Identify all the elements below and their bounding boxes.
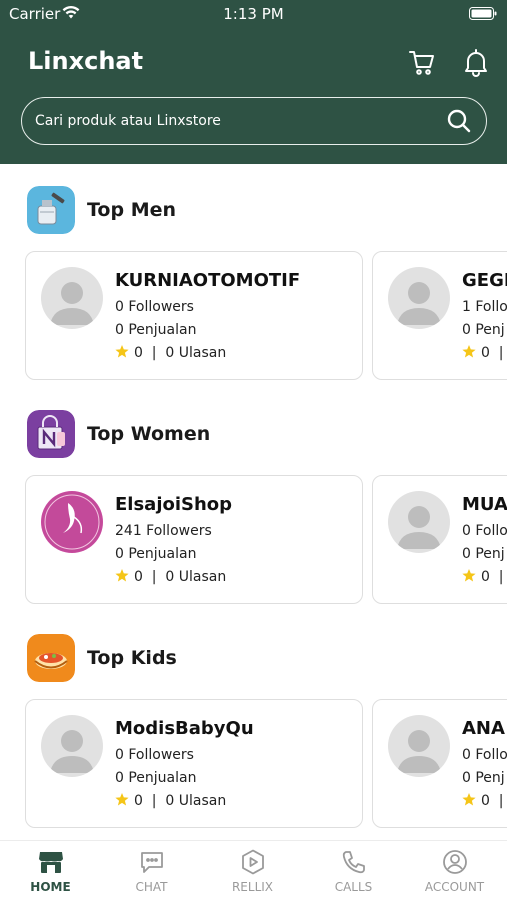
sales-count: 0 Penjualan: [115, 322, 197, 338]
rating-row: 0 | 0 Ulasan: [115, 345, 226, 361]
app-title: Linxchat: [28, 47, 144, 75]
nav-label-calls: CALLS: [334, 880, 373, 894]
shop-card[interactable]: ElsajoiShop 241 Followers 0 Penjualan 0 …: [25, 475, 363, 604]
star-icon: [115, 345, 129, 358]
nav-chat[interactable]: CHAT: [101, 841, 202, 900]
shop-name: MUA: [462, 494, 507, 515]
star-icon: [115, 569, 129, 582]
avatar: [41, 267, 103, 329]
nav-label-account: ACCOUNT: [424, 880, 485, 894]
rating-text: 0 | 0 Ulasan: [134, 793, 227, 809]
rating-text: 0 |: [481, 569, 504, 585]
rating-row: 0 | 0 Ulasan: [115, 793, 226, 809]
shop-name: ANA: [462, 718, 505, 739]
star-icon: [462, 793, 476, 806]
followers-count: 0 Followers: [115, 747, 194, 763]
default-avatar-icon: [397, 506, 441, 549]
search-placeholder: Cari produk atau Linxstore: [35, 113, 221, 129]
rating-text: 0 | 0 Ulasan: [134, 345, 227, 361]
star-icon: [462, 345, 476, 358]
rating-text: 0 | 0 Ulasan: [134, 569, 227, 585]
shop-logo-icon: [42, 492, 102, 552]
rating-row: 0 |: [462, 345, 504, 361]
shop-card[interactable]: GEGE 1 Follow 0 Penj 0 |: [372, 251, 507, 380]
nav-rellix[interactable]: RELLIX: [202, 841, 303, 900]
search-input[interactable]: Cari produk atau Linxstore: [21, 97, 487, 145]
play-hexagon-icon: [242, 849, 264, 875]
shop-name: ElsajoiShop: [115, 494, 233, 515]
avatar: [388, 491, 450, 553]
followers-count: 1 Follow: [462, 299, 507, 315]
avatar: [41, 715, 103, 777]
shop-name: ModisBabyQu: [115, 718, 254, 739]
nav-calls[interactable]: CALLS: [303, 841, 404, 900]
avatar: [388, 715, 450, 777]
sales-count: 0 Penjualan: [115, 770, 197, 786]
rating-row: 0 | 0 Ulasan: [115, 569, 226, 585]
followers-count: 0 Followers: [115, 299, 194, 315]
sales-count: 0 Penjualan: [115, 546, 197, 562]
bell-icon[interactable]: [462, 47, 490, 77]
star-icon: [115, 793, 129, 806]
nav-label-home: HOME: [30, 880, 71, 894]
nav-home[interactable]: HOME: [0, 841, 101, 900]
status-time: 1:13 PM: [223, 5, 284, 23]
bottom-nav: HOME CHAT RELLIX CALLS ACCOUNT: [0, 840, 507, 900]
cart-icon[interactable]: [408, 48, 436, 76]
nav-label-rellix: RELLIX: [231, 880, 274, 894]
followers-count: 241 Followers: [115, 523, 212, 539]
search-icon[interactable]: [446, 108, 472, 134]
rating-text: 0 |: [481, 345, 504, 361]
phone-icon: [342, 851, 365, 874]
sales-count: 0 Penj: [462, 770, 505, 786]
shop-name: GEGE: [462, 270, 507, 291]
shop-card[interactable]: KURNIAOTOMOTIF 0 Followers 0 Penjualan 0…: [25, 251, 363, 380]
shop-card-area: KURNIAOTOMOTIF 0 Followers 0 Penjualan 0…: [0, 164, 507, 840]
user-circle-icon: [443, 850, 467, 874]
default-avatar-icon: [50, 282, 94, 325]
battery-icon: [469, 7, 497, 20]
rating-row: 0 |: [462, 569, 504, 585]
store-icon: [39, 852, 63, 873]
followers-count: 0 Follo: [462, 747, 507, 763]
rating-text: 0 |: [481, 793, 504, 809]
rating-row: 0 |: [462, 793, 504, 809]
nav-account[interactable]: ACCOUNT: [404, 841, 505, 900]
shop-card[interactable]: ModisBabyQu 0 Followers 0 Penjualan 0 | …: [25, 699, 363, 828]
nav-label-chat: CHAT: [135, 880, 168, 894]
followers-count: 0 Follo: [462, 523, 507, 539]
avatar: [388, 267, 450, 329]
sales-count: 0 Penj: [462, 546, 505, 562]
chat-bubble-icon: [141, 852, 163, 873]
sales-count: 0 Penj: [462, 322, 505, 338]
avatar: [41, 491, 103, 553]
shop-card[interactable]: MUA 0 Follo 0 Penj 0 |: [372, 475, 507, 604]
default-avatar-icon: [397, 282, 441, 325]
shop-name: KURNIAOTOMOTIF: [115, 270, 301, 291]
shop-card[interactable]: ANA 0 Follo 0 Penj 0 |: [372, 699, 507, 828]
default-avatar-icon: [50, 730, 94, 773]
app-header: Carrier 1:13 PM Linxchat Cari produk ata…: [0, 0, 507, 164]
star-icon: [462, 569, 476, 582]
status-bar: Carrier 1:13 PM: [0, 0, 507, 30]
default-avatar-icon: [397, 730, 441, 773]
